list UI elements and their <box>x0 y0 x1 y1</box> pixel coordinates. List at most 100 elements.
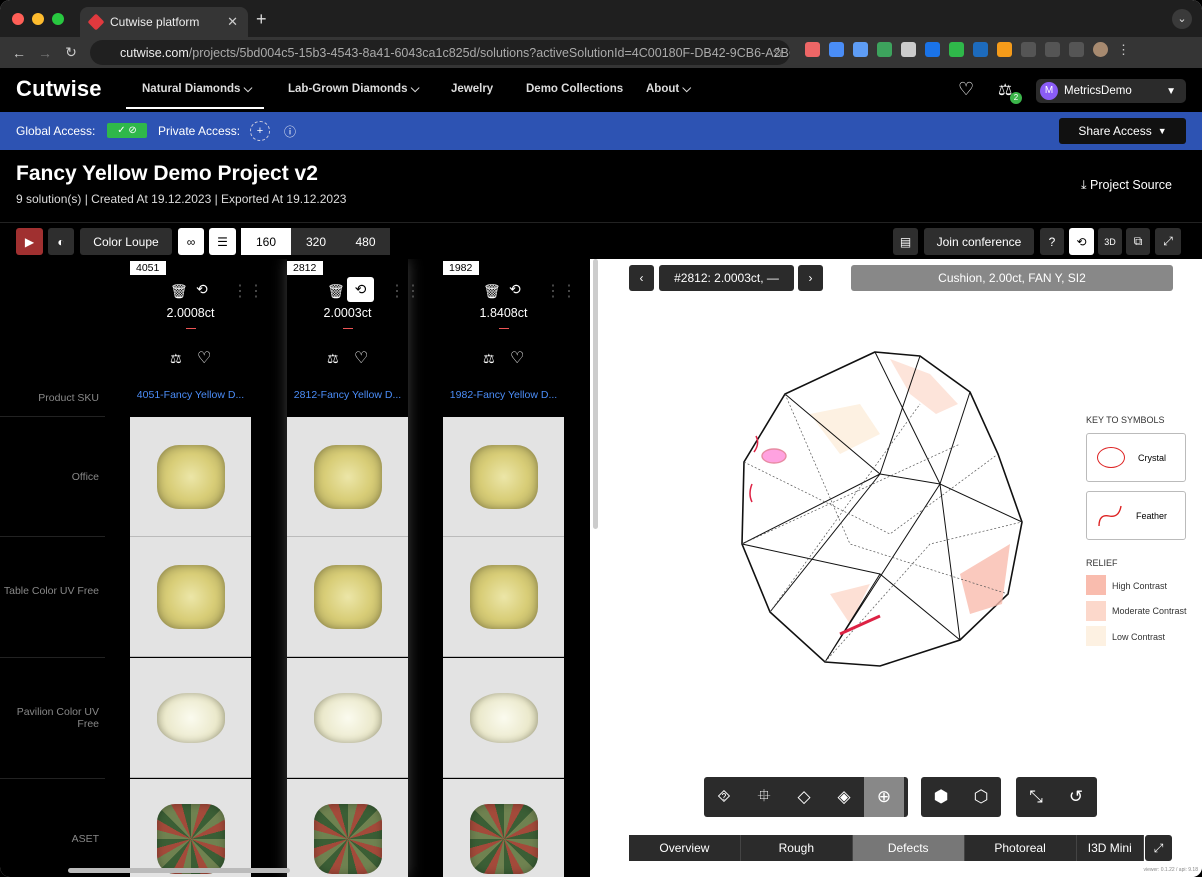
solution-sku-link[interactable]: 1982-Fancy Yellow D... <box>443 389 564 401</box>
chat-button[interactable]: ▤ <box>893 228 918 255</box>
help-icon[interactable]: ⓘ <box>284 123 296 140</box>
join-conference-button[interactable]: Join conference <box>924 228 1034 255</box>
extension-icon[interactable] <box>973 42 988 57</box>
global-access-toggle[interactable]: ✓ ⊘ <box>107 123 147 138</box>
office-image[interactable] <box>287 417 408 537</box>
user-menu[interactable]: M MetricsDemo ▼ <box>1036 79 1186 103</box>
extension-icon[interactable] <box>829 42 844 57</box>
favorite-heart-icon[interactable]: ♡ <box>197 348 211 368</box>
delete-icon[interactable]: 🗑 <box>170 283 188 300</box>
reset-rotation-icon[interactable]: ↺ <box>1056 777 1096 817</box>
size-160-button[interactable]: 160 <box>241 228 291 255</box>
side-panel-icon[interactable] <box>1069 42 1084 57</box>
solution-selector[interactable]: #2812: 2.0003ct, — <box>659 265 794 291</box>
rotate-icon[interactable]: ⟲ <box>347 277 374 302</box>
aset-image[interactable] <box>287 779 408 877</box>
pavilion-color-image[interactable] <box>443 658 564 778</box>
project-source-button[interactable]: ⤓ Project Source <box>1081 178 1172 193</box>
new-tab-icon[interactable]: + <box>256 9 267 30</box>
browser-menu-icon[interactable]: ⋮ <box>1117 42 1132 57</box>
3d-view-button[interactable]: 3D <box>1098 228 1122 255</box>
pavilion-color-image[interactable] <box>287 658 408 778</box>
horizontal-scrollbar[interactable] <box>68 868 290 873</box>
favorite-heart-icon[interactable]: ♡ <box>510 348 524 368</box>
nav-natural-diamonds[interactable]: Natural Diamonds ⌵ <box>126 83 265 109</box>
profile-avatar-icon[interactable] <box>1093 42 1108 57</box>
extension-icon[interactable] <box>805 42 820 57</box>
favorites-heart-icon[interactable]: ♡ <box>958 79 974 100</box>
crown-view-icon[interactable]: ⯑ <box>704 777 744 817</box>
tab-search-icon[interactable]: ⌄ <box>1172 9 1192 29</box>
drag-handle-icon[interactable]: ⋮⋮ <box>389 281 421 301</box>
size-320-button[interactable]: 320 <box>291 228 341 255</box>
play-button[interactable]: ▶ <box>16 228 43 255</box>
extension-icon[interactable] <box>853 42 868 57</box>
vertical-scrollbar[interactable] <box>592 259 600 877</box>
office-image[interactable] <box>130 417 251 537</box>
nav-about[interactable]: About ⌵ <box>646 83 691 96</box>
tab-overview[interactable]: Overview <box>629 835 741 861</box>
viewer-fullscreen-button[interactable]: ⤢ <box>1145 835 1172 861</box>
extension-icon[interactable] <box>925 42 940 57</box>
compare-scales-icon[interactable]: ⚖ <box>483 351 495 367</box>
wire-shape-icon[interactable]: ⬡ <box>961 777 1001 817</box>
maximize-window-icon[interactable] <box>52 13 64 25</box>
tab-i3d-mini[interactable]: I3D Mini <box>1077 835 1145 861</box>
compare-scales-icon[interactable]: ⚖ <box>327 351 339 367</box>
back-icon[interactable]: ← <box>6 45 32 61</box>
text-view-button[interactable]: ☰ <box>209 228 236 255</box>
layout-button[interactable]: ⧉ <box>1126 228 1150 255</box>
extension-icon[interactable] <box>901 42 916 57</box>
size-480-button[interactable]: 480 <box>341 228 390 255</box>
tab-rough[interactable]: Rough <box>741 835 853 861</box>
pavilion-color-image[interactable] <box>130 658 251 778</box>
side-view-icon[interactable]: ◇ <box>784 777 824 817</box>
favorite-heart-icon[interactable]: ♡ <box>354 348 368 368</box>
aset-image[interactable] <box>130 779 251 877</box>
url-field[interactable]: cutwise.com/projects/5bd004c5-15b3-4543-… <box>90 40 790 65</box>
solution-sku-link[interactable]: 2812-Fancy Yellow D... <box>287 389 408 401</box>
pavilion-view-icon[interactable]: ⯐ <box>744 777 784 817</box>
cutwise-logo[interactable]: Cutwise <box>16 76 102 102</box>
rotate-icon[interactable]: ⟲ <box>196 281 208 298</box>
rotate-icon[interactable]: ⟲ <box>509 281 521 298</box>
nav-lab-grown-diamonds[interactable]: Lab-Grown Diamonds ⌵ <box>288 83 419 96</box>
share-access-button[interactable]: Share Access ▼ <box>1059 118 1186 144</box>
extension-icon[interactable] <box>997 42 1012 57</box>
table-color-image[interactable] <box>130 537 251 657</box>
diamond-defects-plot[interactable] <box>730 344 1025 669</box>
scrollbar-thumb[interactable] <box>593 259 598 529</box>
solid-shape-icon[interactable]: ⬢ <box>921 777 961 817</box>
browser-tab[interactable]: Cutwise platform ✕ <box>80 7 248 37</box>
aset-image[interactable] <box>443 779 564 877</box>
prev-solution-button[interactable]: ‹ <box>629 265 654 291</box>
top-view-icon[interactable]: ⊕ <box>864 777 904 817</box>
minimize-window-icon[interactable] <box>32 13 44 25</box>
tab-defects[interactable]: Defects <box>852 835 965 861</box>
fullscreen-button[interactable]: ⤢ <box>1155 228 1181 255</box>
tab-photoreal[interactable]: Photoreal <box>965 835 1077 861</box>
help-button[interactable]: ? <box>1040 228 1064 255</box>
delete-icon[interactable]: 🗑 <box>327 283 345 300</box>
rotate-view-button[interactable]: ⟲ <box>1069 228 1094 255</box>
solution-sku-link[interactable]: 4051-Fancy Yellow D... <box>130 389 251 401</box>
close-window-icon[interactable] <box>12 13 24 25</box>
close-tab-icon[interactable]: ✕ <box>227 14 238 30</box>
forward-icon[interactable]: → <box>32 45 58 61</box>
reading-list-icon[interactable] <box>1045 42 1060 57</box>
extension-icon[interactable] <box>877 42 892 57</box>
compare-scales-icon[interactable]: ⚖ <box>170 351 182 367</box>
add-private-access-icon[interactable]: + <box>250 121 270 141</box>
drag-handle-icon[interactable]: ⋮⋮ <box>545 281 577 301</box>
color-mode-button[interactable]: ◐ <box>48 228 74 255</box>
table-color-image[interactable] <box>443 537 564 657</box>
tilted-view-icon[interactable]: ◈ <box>824 777 864 817</box>
color-loupe-button[interactable]: Color Loupe <box>80 228 172 255</box>
extension-icon[interactable] <box>949 42 964 57</box>
delete-icon[interactable]: 🗑 <box>483 283 501 300</box>
sync-link-button[interactable]: ∞ <box>178 228 204 255</box>
nav-demo-collections[interactable]: Demo Collections <box>526 83 623 95</box>
nav-jewelry[interactable]: Jewelry <box>451 83 493 95</box>
bookmark-star-icon[interactable]: ☆ <box>772 44 785 61</box>
next-solution-button[interactable]: › <box>798 265 823 291</box>
